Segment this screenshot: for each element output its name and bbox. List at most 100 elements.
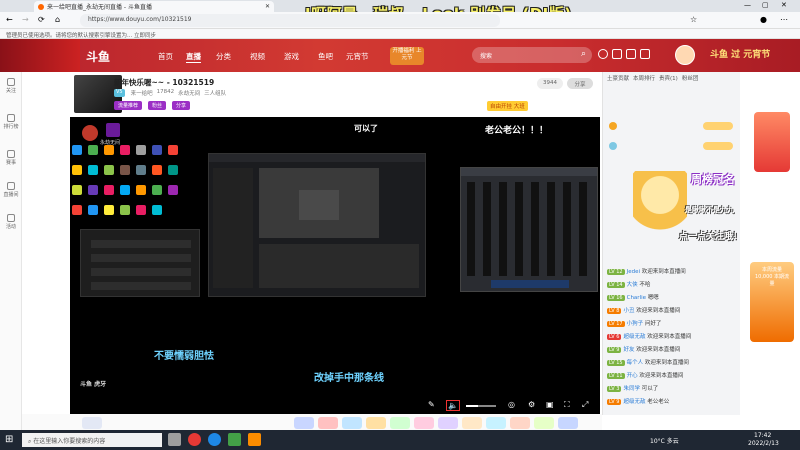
favorites-bar: 管理员已使用选项。请将您的默认搜索引擎设置为... 立即同步 (0, 29, 800, 39)
window-minimize-icon[interactable]: — (744, 1, 751, 9)
message-icon[interactable] (640, 49, 650, 59)
profile-icon[interactable]: ● (760, 15, 767, 24)
home-icon[interactable]: ⌂ (55, 15, 60, 24)
header-icons (598, 49, 668, 63)
menu-icon[interactable]: ⋯ (780, 15, 788, 24)
video-player[interactable]: 永劫无间 可以了 老公老公！！！ 不要懦弱胆怯 改掉手中那条线 斗鱼 虎牙 ✎ … (70, 117, 600, 414)
history-icon[interactable] (598, 49, 608, 59)
gift-icon[interactable] (462, 417, 482, 429)
sidebar-item-live[interactable]: 直播间 (0, 182, 22, 198)
nav-game[interactable]: 游戏 (284, 51, 299, 62)
forward-icon[interactable]: → (22, 15, 29, 24)
tag-badge-1[interactable]: 流量推荐 (114, 101, 143, 110)
edge-icon[interactable] (208, 433, 221, 446)
gift-icon[interactable] (414, 417, 434, 429)
room-buttons: 流量推荐 粉丝 分享 (114, 101, 192, 110)
tag-badge-2[interactable]: 粉丝 (148, 101, 167, 110)
gift-icon[interactable] (318, 417, 338, 429)
promo-banner-bottom[interactable]: 本周流量 10,000 本期流量 (750, 262, 794, 342)
tab-weekly[interactable]: 本周排行 (633, 74, 655, 86)
share-button[interactable]: 分享 (567, 78, 593, 89)
gift-icon[interactable] (510, 417, 530, 429)
tag-badge-3[interactable]: 分享 (172, 101, 191, 110)
app-icon[interactable] (228, 433, 241, 446)
gift-icon[interactable] (486, 417, 506, 429)
window-close-icon[interactable]: ✕ (781, 1, 787, 9)
search-input[interactable]: 搜索 ⌕ (472, 47, 592, 63)
url-field[interactable]: https://www.douyu.com/10321519 (80, 14, 500, 27)
app-icon (168, 185, 178, 195)
tab-contribution[interactable]: 土豪贡献 (607, 74, 629, 86)
tag-game[interactable]: 永劫无间 (178, 89, 200, 97)
sidebar-item-esports[interactable]: 赛事 (0, 150, 22, 166)
gift-icon (7, 214, 15, 222)
user-avatar[interactable] (675, 45, 695, 65)
player-controls: ✎ 🔈 ◎ ⚙ ▣ ⛶ ⤢ (70, 397, 600, 414)
nav-video[interactable]: 视频 (250, 51, 265, 62)
promo-badge[interactable]: 开播福利 上元节 (390, 47, 424, 65)
streamer-name[interactable]: 来一给吧 (131, 89, 153, 97)
app-icon (168, 165, 178, 175)
tag-mode[interactable]: 三人组队 (204, 89, 226, 97)
tab-fans[interactable]: 粉丝团 (682, 74, 699, 86)
back-icon[interactable]: ← (6, 15, 13, 24)
browser-tab[interactable]: 来一给吧直播_永劫无间直播 - 斗鱼直播 ✕ (34, 1, 274, 12)
tab-close-icon[interactable]: ✕ (265, 3, 270, 10)
expand-icon[interactable]: ⤢ (582, 400, 588, 410)
gift-icon[interactable] (438, 417, 458, 429)
follow-icon[interactable] (612, 49, 622, 59)
sidebar-item-follow[interactable]: 关注 (0, 78, 22, 94)
window-maximize-icon[interactable]: ▢ (762, 1, 769, 9)
danmu-icon[interactable]: ✎ (428, 400, 435, 409)
app-icon (104, 145, 114, 155)
nav-yuba[interactable]: 鱼吧 (318, 51, 333, 62)
clock-time[interactable]: 17:42 (754, 432, 771, 439)
tab-vip[interactable]: 贵宾(1) (659, 74, 678, 86)
nav-festival[interactable]: 元宵节 (346, 51, 369, 62)
rank-badge[interactable]: 自由开挂 大班 (487, 101, 528, 111)
gift-icon[interactable] (342, 417, 362, 429)
chat-message: LV 17 小狗子 问好了 (607, 321, 662, 327)
pip-icon[interactable]: ▣ (546, 400, 554, 409)
gift-icon[interactable] (294, 417, 314, 429)
app-icon[interactable] (248, 433, 261, 446)
volume-slider[interactable] (466, 405, 496, 407)
sidebar-item-event[interactable]: 活动 (0, 214, 22, 230)
chrome-icon[interactable] (188, 433, 201, 446)
gift-icon[interactable] (366, 417, 386, 429)
gift-icon[interactable] (390, 417, 410, 429)
sidebar-item-ranking[interactable]: 排行榜 (0, 114, 22, 130)
taskview-icon[interactable] (168, 433, 181, 446)
refresh-icon[interactable]: ⟳ (38, 15, 45, 24)
left-sidebar: 关注 排行榜 赛事 直播间 活动 (0, 72, 22, 430)
gift-icon[interactable] (534, 417, 554, 429)
chat-message: LV 15 每个人 欢迎来到本直播间 (607, 360, 689, 366)
search-icon[interactable]: ⌕ (581, 49, 586, 59)
fullscreen-icon[interactable]: ⛶ (564, 400, 570, 410)
nav-home[interactable]: 首页 (158, 51, 173, 62)
weather-text[interactable]: 10°C 多云 (650, 436, 679, 445)
danmu-toggle-icon[interactable]: ◎ (508, 400, 515, 409)
extensions-icon[interactable]: ☆ (690, 15, 697, 24)
start-icon[interactable]: ⊞ (5, 434, 13, 445)
gift-icon[interactable] (558, 417, 578, 429)
download-icon[interactable] (626, 49, 636, 59)
site-logo[interactable]: 斗鱼 (86, 48, 110, 65)
follow-count: 17842 (156, 89, 175, 95)
chat-message: LV 12 Jedei 欢迎来到本直播间 (607, 269, 686, 275)
nav-category[interactable]: 分类 (216, 51, 231, 62)
clock-date[interactable]: 2022/2/13 (748, 440, 779, 447)
level-badge: V5 (114, 89, 125, 97)
nav-live[interactable]: 直播 (186, 51, 201, 63)
settings-icon[interactable]: ⚙ (528, 400, 535, 409)
taskbar-search-input[interactable]: ⌕ 在这里输入你要搜索的内容 (22, 433, 162, 447)
volume-icon[interactable]: 🔈 (446, 400, 460, 411)
app-icon (72, 165, 82, 175)
site-header: 斗鱼 首页 直播 分类 视频 游戏 鱼吧 元宵节 开播福利 上元节 搜索 ⌕ 斗… (0, 39, 800, 72)
follow-button[interactable]: 3944 (537, 78, 563, 89)
promo-banner-top[interactable] (754, 112, 790, 172)
streaming-software-window (208, 153, 426, 297)
app-icon (104, 165, 114, 175)
gift-icon[interactable] (82, 417, 102, 429)
room-info: 新年快乐喔~~ - 10321519 V5 来一给吧 17842 永劫无间 三人… (22, 72, 602, 117)
